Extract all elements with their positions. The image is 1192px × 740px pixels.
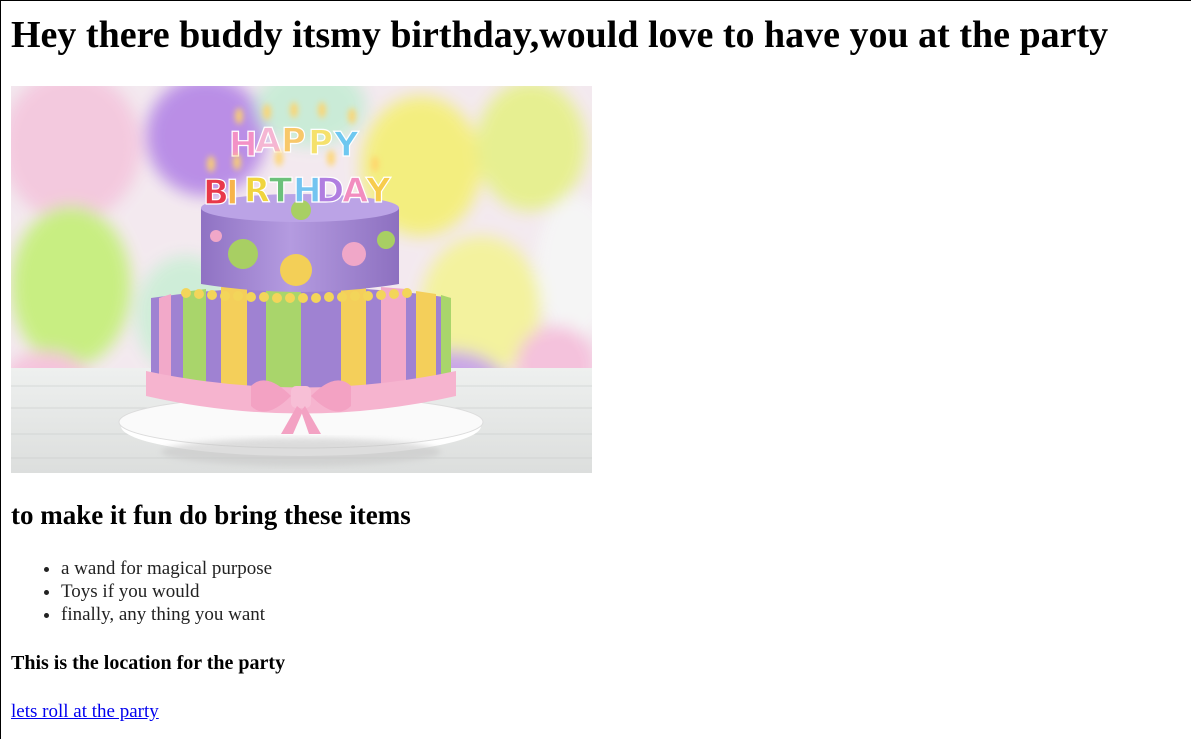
svg-text:Y: Y xyxy=(365,171,391,211)
items-heading: to make it fun do bring these items xyxy=(11,500,411,530)
svg-text:T: T xyxy=(269,171,293,211)
svg-text:R: R xyxy=(244,171,270,211)
svg-text:A: A xyxy=(342,171,369,211)
list-item: finally, any thing you want xyxy=(61,603,272,626)
items-list: a wand for magical purpose Toys if you w… xyxy=(21,557,272,626)
svg-text:Y: Y xyxy=(333,125,359,165)
svg-text:I: I xyxy=(226,173,239,213)
svg-text:D: D xyxy=(316,171,344,211)
list-item: Toys if you would xyxy=(61,580,272,603)
location-heading: This is the location for the party xyxy=(11,652,286,674)
svg-text:H: H xyxy=(229,125,257,165)
page-title: Hey there buddy itsmy birthday,would lov… xyxy=(11,14,1109,56)
birthday-cake-image: H A P P Y B I R T H D A Y xyxy=(11,86,592,473)
party-location-link[interactable]: lets roll at the party xyxy=(11,700,159,723)
list-item: a wand for magical purpose xyxy=(61,557,272,580)
svg-text:P: P xyxy=(281,121,306,161)
